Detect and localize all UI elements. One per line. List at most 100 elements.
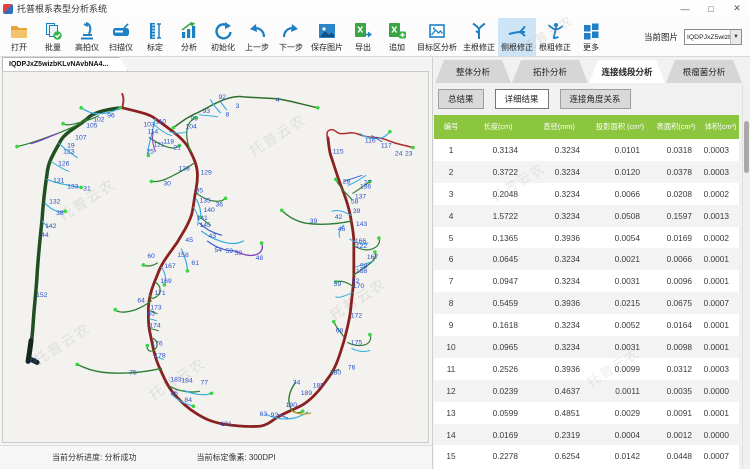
cell: 0.0002: [702, 183, 739, 205]
tab-1[interactable]: 整体分析: [435, 60, 511, 83]
segment-number-label: 4: [276, 97, 280, 104]
cell: 0.0000: [702, 424, 739, 446]
toolbar-item-target-area[interactable]: 目标区分析: [414, 18, 460, 56]
cell: 0.0001: [702, 270, 739, 292]
toolbar-item-export-excel[interactable]: 导出: [346, 18, 380, 56]
segment-number-label: 74: [293, 379, 301, 386]
table-row[interactable]: 70.09470.32340.00310.00960.0001: [434, 270, 739, 292]
title-bar: 托普根系表型分析系统 — □ ✕: [0, 0, 750, 17]
cell: 0.2526: [468, 358, 528, 380]
root-endpoint-dot: [301, 409, 305, 413]
segment-number-label: 191: [221, 421, 233, 428]
minimize-button[interactable]: —: [672, 0, 698, 17]
segment-number-label: 178: [154, 352, 166, 359]
cell: 15: [434, 445, 468, 467]
table-scrollbar-thumb[interactable]: [744, 121, 749, 173]
cell: 0.0054: [590, 227, 650, 249]
batch-pages-icon: [43, 20, 63, 41]
cell: 0.0001: [702, 248, 739, 270]
calibration-dpi: 当前标定像素: 300DPI: [196, 452, 275, 463]
tab-4[interactable]: 根瘤菌分析: [666, 60, 742, 83]
result-button-1[interactable]: 总结果: [438, 89, 484, 109]
tab-3[interactable]: 连接线段分析: [589, 60, 665, 83]
cell: 0.3234: [528, 161, 590, 183]
segment-number-label: 59: [334, 281, 342, 288]
table-row[interactable]: 41.57220.32340.05080.15970.0013: [434, 205, 739, 227]
toolbar-item-batch-pages[interactable]: 批量: [36, 18, 70, 56]
table-scrollbar[interactable]: [742, 85, 749, 469]
table-row[interactable]: 20.37220.32340.01200.03780.0003: [434, 161, 739, 183]
segment-number-label: 45: [185, 237, 193, 244]
toolbar-item-undo-arrow[interactable]: 上一步: [240, 18, 274, 56]
table-row[interactable]: 130.05990.48510.00290.00910.0001: [434, 402, 739, 424]
table-row[interactable]: 120.02390.46370.00110.00350.0000: [434, 380, 739, 402]
segment-number-label: 110: [155, 119, 166, 126]
cell: 0.0007: [702, 445, 739, 467]
toolbar-item-scanner[interactable]: 扫描仪: [104, 18, 138, 56]
toolbar-item-open-folder[interactable]: 打开: [2, 18, 36, 56]
segment-number-label: 172: [351, 313, 363, 320]
segment-number-label: 86: [170, 390, 178, 397]
segment-number-label: 60: [147, 253, 155, 260]
segment-number-label: 61: [191, 260, 199, 267]
root-endpoint-dot: [411, 146, 415, 150]
result-button-3[interactable]: 连接角度关系: [560, 89, 631, 109]
table-row[interactable]: 140.01690.23190.00040.00120.0000: [434, 424, 739, 446]
column-header: 表面积(cm²): [650, 115, 702, 139]
toolbar-item-calibration-ruler[interactable]: 标定: [138, 18, 172, 56]
analysis-chart-icon: [179, 20, 199, 41]
toolbar-item-label: 更多: [583, 43, 599, 53]
segment-number-label: 25: [146, 149, 154, 156]
segment-number-label: 76: [348, 364, 356, 371]
root-endpoint-dot: [377, 236, 381, 240]
toolbar-item-append-excel[interactable]: 追加: [380, 18, 414, 56]
root-endpoint-dot: [146, 344, 150, 348]
result-buttons: 总结果详细结果连接角度关系: [438, 88, 642, 110]
table-row[interactable]: 110.25260.39360.00990.03120.0003: [434, 358, 739, 380]
segment-number-label: 141: [196, 215, 208, 222]
cell: 0.0164: [650, 314, 702, 336]
cell: 0.0000: [702, 380, 739, 402]
table-row[interactable]: 30.20480.32340.00660.02080.0002: [434, 183, 739, 205]
image-tab[interactable]: IQDPJxZ5wizbKLvNAvbNA4...: [2, 57, 128, 71]
root-image-viewport[interactable]: 托普云农托普云农托普云农托普云农托普云农92393849610210510719…: [2, 71, 429, 443]
result-button-2[interactable]: 详细结果: [495, 89, 549, 109]
table-row[interactable]: 50.13650.39360.00540.01690.0002: [434, 227, 739, 249]
export-excel-icon: [353, 20, 373, 41]
root-endpoint-dot: [210, 391, 214, 395]
toolbar-item-save-image[interactable]: 保存图片: [308, 18, 346, 56]
cell: 0.4851: [528, 402, 590, 424]
cell: 0.0508: [590, 205, 650, 227]
cell: 0.3234: [528, 205, 590, 227]
table-row[interactable]: 80.54590.39360.02150.06750.0007: [434, 292, 739, 314]
toolbar-item-initialize-refresh[interactable]: 初始化: [206, 18, 240, 56]
toolbar-item-doc-camera[interactable]: 高拍仪: [70, 18, 104, 56]
toolbar-item-more-grid[interactable]: 更多: [574, 18, 608, 56]
close-button[interactable]: ✕: [724, 0, 750, 17]
toolbar-item-redo-arrow[interactable]: 下一步: [274, 18, 308, 56]
toolbar-item-label: 初始化: [211, 43, 235, 53]
toolbar-item-analysis-chart[interactable]: 分析: [172, 18, 206, 56]
current-image-select[interactable]: IQDPJxZ5wizbK ▼: [684, 29, 742, 45]
toolbar-item-lateral-root[interactable]: 侧根修正: [498, 18, 536, 56]
segment-number-label: 122: [356, 243, 368, 250]
table-row[interactable]: 150.22780.62540.01420.04480.0007: [434, 445, 739, 467]
cell: 0.2048: [468, 183, 528, 205]
table-row[interactable]: 90.16180.32340.00520.01640.0001: [434, 314, 739, 336]
maximize-button[interactable]: □: [698, 0, 724, 17]
analysis-progress-value: 分析成功: [104, 453, 136, 462]
table-row[interactable]: 100.09650.32340.00310.00980.0001: [434, 336, 739, 358]
table-row[interactable]: 60.06450.32340.00210.00660.0001: [434, 248, 739, 270]
table-row[interactable]: 10.31340.32340.01010.03180.0003: [434, 139, 739, 161]
toolbar-item-main-root[interactable]: 主根修正: [460, 18, 498, 56]
column-header: 长度(cm): [468, 115, 528, 139]
cell: 13: [434, 402, 468, 424]
tab-2[interactable]: 拓扑分析: [512, 60, 588, 83]
segment-number-label: 75: [129, 369, 137, 376]
segment-number-label: 50: [235, 250, 243, 257]
toolbar-item-root-width[interactable]: 根粗修正: [536, 18, 574, 56]
segment-number-label: 115: [333, 149, 344, 156]
chevron-down-icon[interactable]: ▼: [730, 30, 741, 44]
root-endpoint-dot: [388, 130, 392, 134]
root-endpoint-dot: [118, 106, 122, 110]
